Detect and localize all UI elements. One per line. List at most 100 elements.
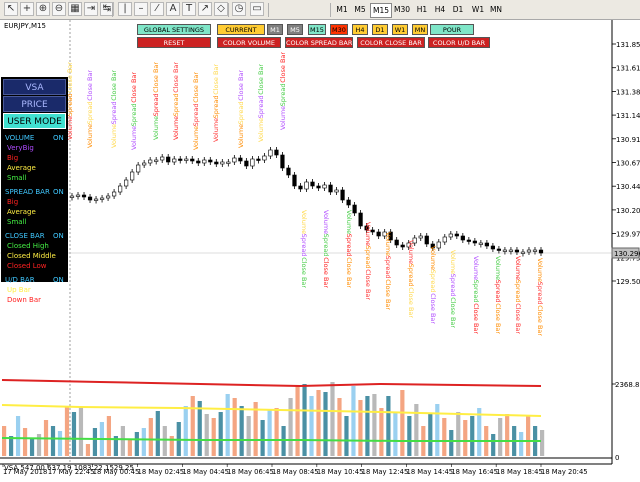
timeframe-m15[interactable]: M15 xyxy=(370,3,392,18)
cursor-icon[interactable]: ↖ xyxy=(4,2,18,16)
zoom-out-icon[interactable]: ⊖ xyxy=(52,2,66,16)
timeframe-h1[interactable]: H1 xyxy=(414,3,430,16)
horizontal-line-icon[interactable]: – xyxy=(134,2,148,16)
button-m30[interactable]: M30 xyxy=(330,24,348,35)
vertical-annotation: Volume xyxy=(110,124,118,148)
button-m5[interactable]: M5 xyxy=(287,24,303,35)
label-icon[interactable]: T xyxy=(182,2,196,16)
button-w1[interactable]: W1 xyxy=(392,24,408,35)
price-label: 131.615 xyxy=(616,65,640,73)
button-d1[interactable]: D1 xyxy=(372,24,388,35)
candle-body xyxy=(508,249,514,252)
button-color-spread-bar[interactable]: COLOR SPREAD BAR xyxy=(285,37,353,48)
chart-scroll-icon[interactable]: ⇥ xyxy=(84,2,98,16)
volume-bar xyxy=(36,434,42,456)
candle-body xyxy=(160,156,165,161)
vertical-annotation: Volume xyxy=(345,210,353,234)
volume-bar xyxy=(274,408,279,456)
button-color-volume[interactable]: COLOR VOLUME xyxy=(217,37,281,48)
volume-bar xyxy=(498,418,503,456)
vertical-annotation: Close Bar xyxy=(384,279,392,310)
vertical-annotation: Volume xyxy=(536,258,544,282)
trendline-icon[interactable]: ⁄ xyxy=(150,2,164,16)
vertical-annotation: Spread xyxy=(86,102,94,125)
volume-bar xyxy=(162,426,167,456)
timeframe-m1[interactable]: M1 xyxy=(334,3,350,16)
button-color-close-bar[interactable]: COLOR CLOSE BAR xyxy=(357,37,425,48)
vertical-annotation: Volume xyxy=(130,126,138,150)
volume-bar xyxy=(260,420,265,456)
legend-group-toggle[interactable]: ON xyxy=(53,232,64,240)
zoom-in-icon[interactable]: ⊕ xyxy=(36,2,50,16)
legend-group-toggle[interactable]: ON xyxy=(53,276,64,284)
crosshair-icon[interactable]: + xyxy=(20,2,34,16)
period-icon[interactable]: ◷ xyxy=(232,2,246,16)
candle-body xyxy=(484,242,489,247)
timeframe-d1[interactable]: D1 xyxy=(450,3,466,16)
volume-bar xyxy=(463,420,468,456)
candle-body xyxy=(520,251,526,254)
volume-bar xyxy=(526,416,531,456)
timeframe-m5[interactable]: M5 xyxy=(352,3,368,16)
candle-body xyxy=(262,155,267,161)
vertical-annotation: Close Bar xyxy=(192,72,200,103)
button-m1[interactable]: M1 xyxy=(267,24,283,35)
candle-body xyxy=(93,198,99,201)
volume-bar xyxy=(71,412,77,456)
vertical-annotation: Close Bar xyxy=(212,64,220,95)
chart-canvas[interactable]: 131.850 131.615 131.380 131.145 130.910 130.6… xyxy=(0,20,640,480)
vertical-annotation: Spread xyxy=(110,102,118,125)
vertical-annotation: Volume xyxy=(152,116,160,140)
button-mn[interactable]: MN xyxy=(412,24,428,35)
button-global-settings[interactable]: GLOBAL SETTINGS xyxy=(137,24,211,35)
button-color-u-d-bar[interactable]: COLOR U/D BAR xyxy=(428,37,490,48)
grid-icon[interactable]: ▦ xyxy=(68,2,82,16)
chart-area[interactable]: 131.850 131.615 131.380 131.145 130.910 130.6… xyxy=(0,20,640,480)
user-mode-button[interactable]: USER MODE xyxy=(3,113,66,129)
price-label: 130.440 xyxy=(616,183,640,191)
vsa-button[interactable]: VSA xyxy=(3,79,66,95)
candle-body xyxy=(202,159,207,164)
candle-body xyxy=(111,191,117,197)
vertical-line-icon[interactable]: | xyxy=(118,2,132,16)
shapes-icon[interactable]: ◇ xyxy=(214,2,228,16)
button-reset[interactable]: RESET xyxy=(137,37,211,48)
candle-body xyxy=(442,236,447,243)
vertical-annotation: Close Bar xyxy=(152,62,160,93)
vertical-annotation: Spread xyxy=(237,102,245,125)
button-pour[interactable]: POUR xyxy=(430,24,474,35)
button-h4[interactable]: H4 xyxy=(352,24,368,35)
price-label: 131.850 xyxy=(616,41,640,49)
volume-bar xyxy=(204,414,209,456)
arrow-icon[interactable]: ↗ xyxy=(198,2,212,16)
candle-body xyxy=(340,189,345,201)
text-icon[interactable]: A xyxy=(166,2,180,16)
legend-item: Closed Low xyxy=(7,262,47,270)
timeframe-w1[interactable]: W1 xyxy=(470,3,486,16)
button-current[interactable]: CURRENT xyxy=(217,24,265,35)
template-icon[interactable]: ▭ xyxy=(250,2,264,16)
legend-group-title: U/D BAR xyxy=(5,276,35,284)
volume-bar xyxy=(442,418,447,456)
vertical-annotation: Spread xyxy=(345,234,353,257)
price-label: 129.970 xyxy=(616,231,640,239)
legend-group-toggle[interactable]: ON xyxy=(53,134,64,142)
volume-bar xyxy=(449,430,454,456)
vertical-annotation: Close Bar xyxy=(449,297,457,328)
vertical-annotation: Volume xyxy=(172,116,180,140)
legend-group-toggle[interactable]: ON xyxy=(53,188,64,196)
volume-bar xyxy=(183,406,188,456)
price-action-button[interactable]: PRICE ACTION xyxy=(3,96,66,126)
timeframe-h4[interactable]: H4 xyxy=(432,3,448,16)
toolbar: ↖ + ⊕ ⊖ ▦ ⇥ ↹ | – ⁄ A T ↗ ◇ ◷ ▭ M1 M5 M15 M30 H1 H4 D1 W1 MN xyxy=(0,0,640,20)
vertical-annotation: Spread xyxy=(449,274,457,297)
timeframe-mn[interactable]: MN xyxy=(488,3,504,16)
candle-body xyxy=(87,196,93,201)
timeframe-m30[interactable]: M30 xyxy=(392,3,412,16)
button-m15[interactable]: M15 xyxy=(308,24,326,35)
volume-bar xyxy=(470,416,475,456)
candle-body xyxy=(514,249,520,253)
candle-body xyxy=(334,189,339,193)
time-label: 18 May 16:45 xyxy=(451,468,498,476)
vertical-annotation: Close Bar xyxy=(257,64,265,95)
